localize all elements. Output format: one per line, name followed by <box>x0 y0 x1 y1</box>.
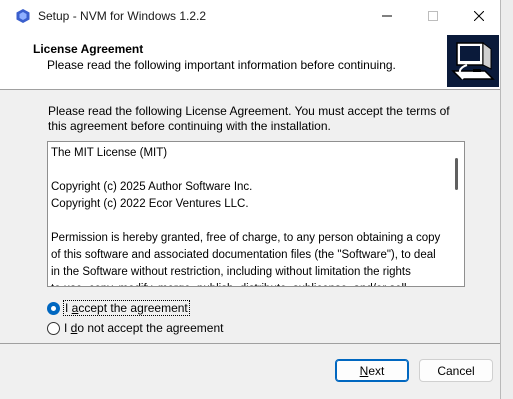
license-text-box[interactable]: The MIT License (MIT) Copyright (c) 2025… <box>47 141 465 287</box>
installer-computer-icon <box>447 35 499 87</box>
decline-agreement-radio-row[interactable]: I do not accept the agreement <box>47 320 223 336</box>
minimize-icon <box>382 15 392 17</box>
license-scrollbar[interactable] <box>448 142 464 286</box>
scrollbar-thumb[interactable] <box>455 158 458 190</box>
accept-agreement-label[interactable]: I accept the agreement <box>63 300 190 316</box>
background-desktop <box>500 0 513 399</box>
wizard-header: License Agreement Please read the follow… <box>0 32 500 90</box>
close-button[interactable] <box>456 0 502 32</box>
nvm-app-icon <box>16 9 30 23</box>
decline-agreement-label[interactable]: I do not accept the agreement <box>64 321 223 335</box>
close-icon <box>474 11 484 21</box>
decline-agreement-radio[interactable] <box>47 321 60 335</box>
page-title: License Agreement <box>33 42 144 56</box>
license-text: The MIT License (MIT) Copyright (c) 2025… <box>51 147 441 286</box>
accept-agreement-radio-row[interactable]: I accept the agreement <box>47 300 190 316</box>
license-intro-text: Please read the following License Agreem… <box>48 104 450 133</box>
footer-divider <box>0 343 500 344</box>
cancel-button[interactable]: Cancel <box>419 359 493 382</box>
accept-agreement-radio[interactable] <box>47 301 60 315</box>
window-title: Setup - NVM for Windows 1.2.2 <box>38 9 207 23</box>
next-button[interactable]: Next <box>335 359 409 382</box>
setup-window: Setup - NVM for Windows 1.2.2 License Ag… <box>0 0 501 399</box>
page-subtitle: Please read the following important info… <box>47 58 396 72</box>
maximize-button[interactable] <box>410 0 456 32</box>
maximize-icon <box>428 11 438 21</box>
title-bar[interactable]: Setup - NVM for Windows 1.2.2 <box>0 0 500 32</box>
minimize-button[interactable] <box>364 0 410 32</box>
